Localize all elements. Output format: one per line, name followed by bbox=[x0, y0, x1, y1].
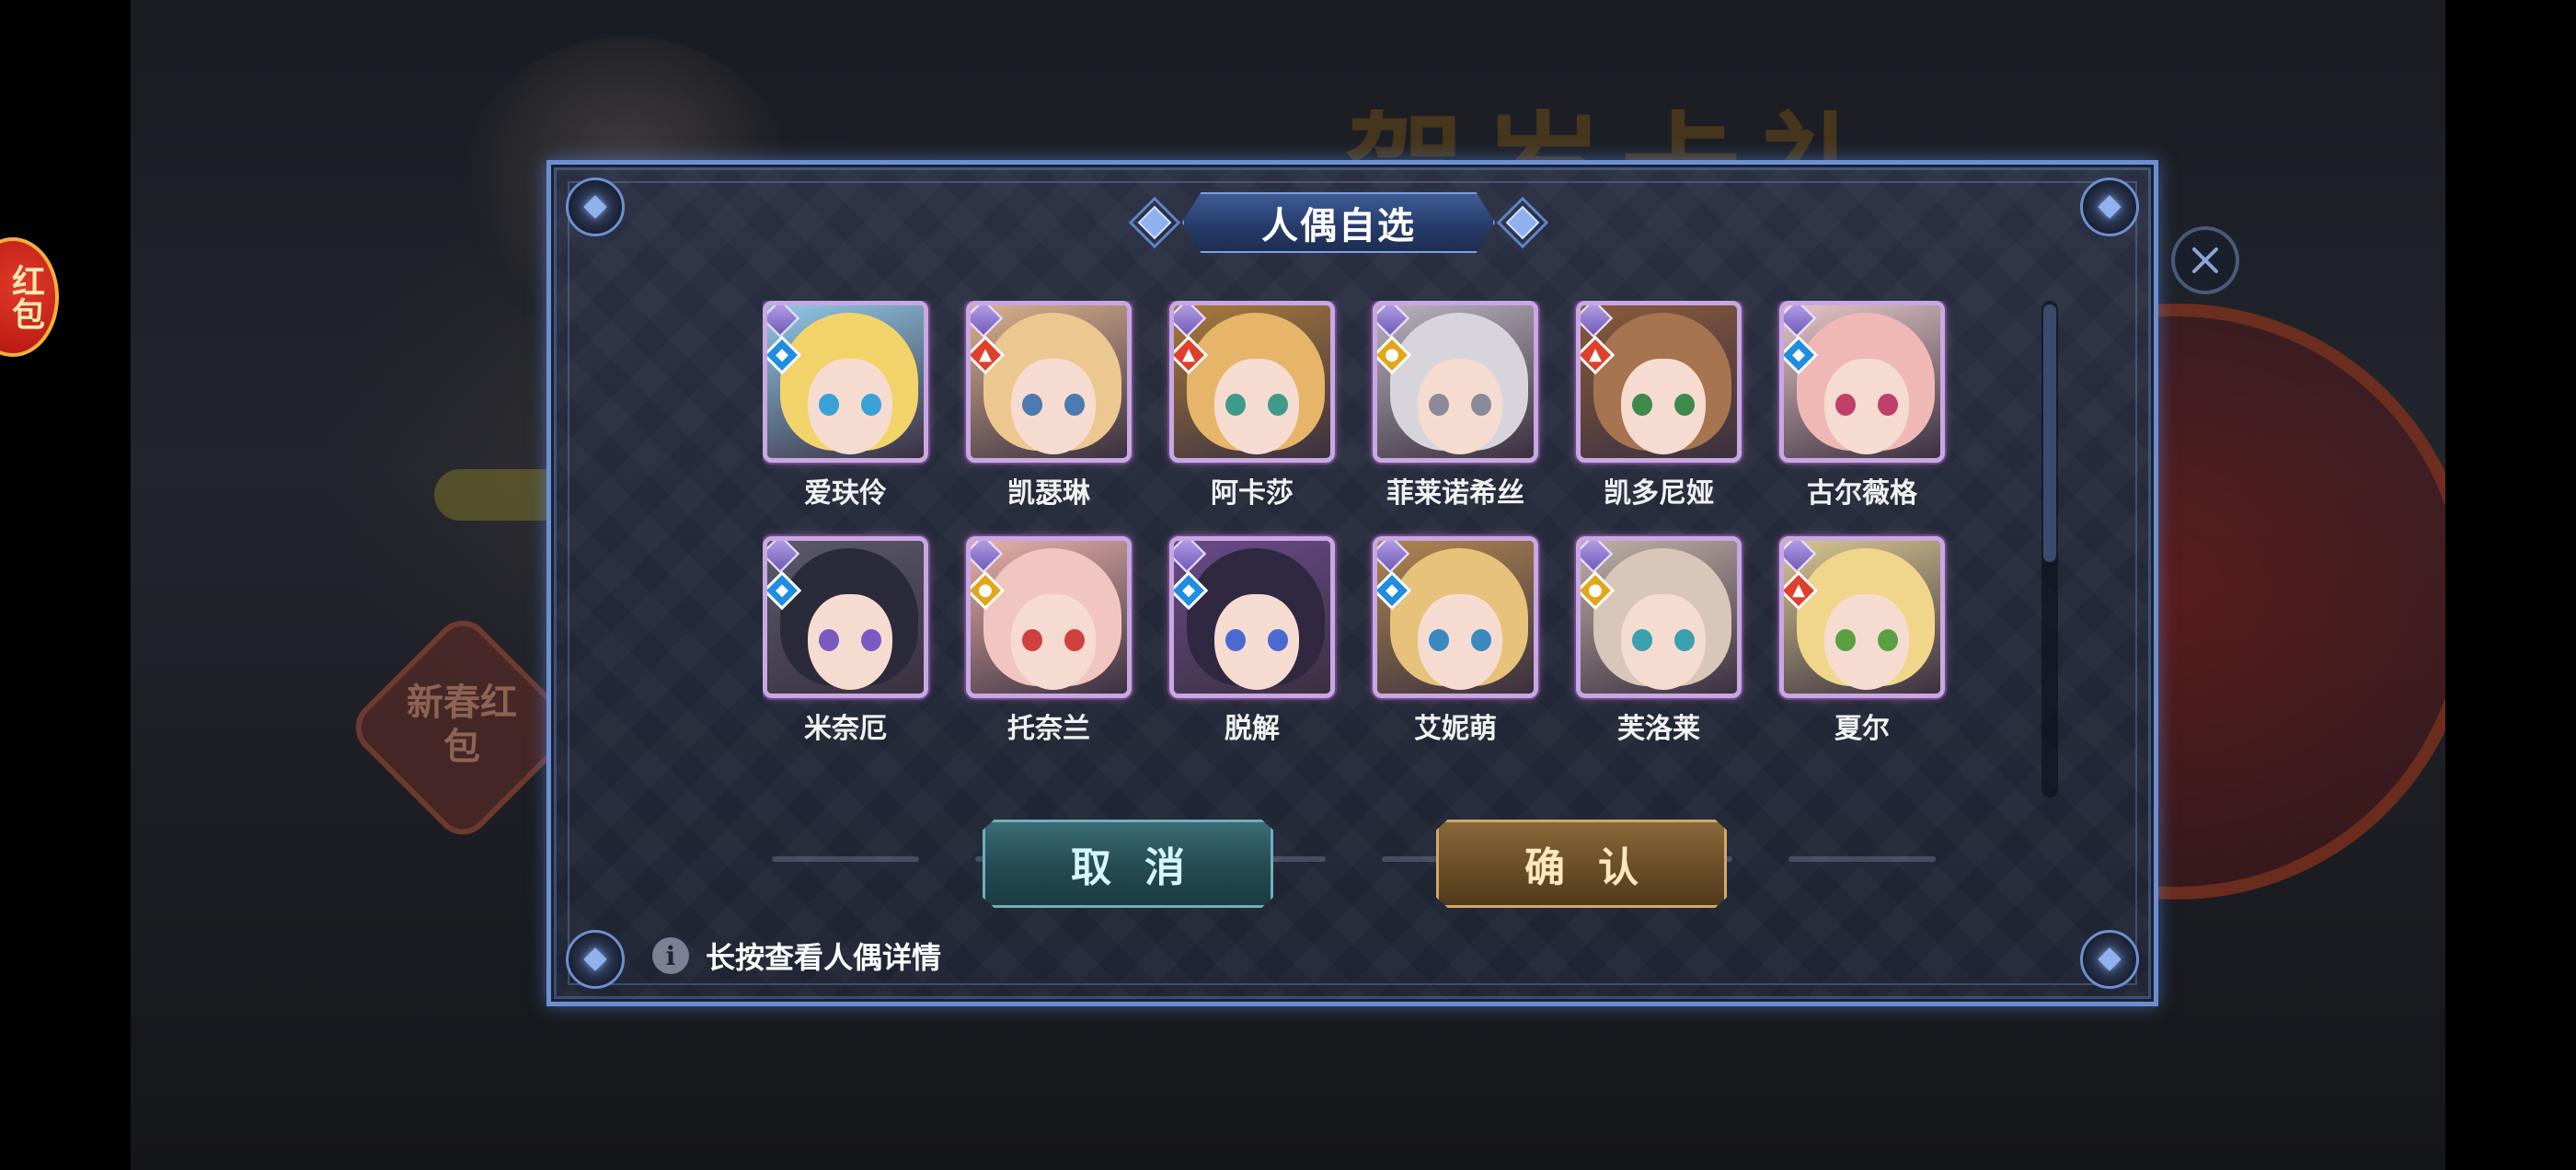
character-card[interactable]: ▲ 凯瑟琳 bbox=[966, 301, 1132, 531]
character-portrait[interactable]: ◆ bbox=[1169, 536, 1335, 698]
corner-ornament-icon bbox=[566, 930, 625, 989]
character-name: 菲莱诺希丝 bbox=[1386, 477, 1524, 510]
dialog-title-banner: 人偶自选 bbox=[1118, 192, 1559, 253]
character-name: 阿卡莎 bbox=[1211, 477, 1294, 510]
red-packet-label: 红包 bbox=[6, 264, 44, 330]
flame-icon: ▲ bbox=[1174, 335, 1209, 375]
character-card[interactable]: ● 托奈兰 bbox=[966, 536, 1132, 766]
character-portrait[interactable]: ◆ bbox=[1779, 301, 1945, 463]
character-card[interactable]: ◆ 艾妮萌 bbox=[1373, 536, 1538, 766]
character-name: 爱玞伶 bbox=[804, 477, 887, 510]
diamond-ornament-icon bbox=[1118, 196, 1191, 249]
flame-icon: ▲ bbox=[1784, 570, 1819, 611]
character-card[interactable]: ● 芙洛莱 bbox=[1576, 536, 1742, 766]
character-portrait[interactable]: ▲ bbox=[1779, 536, 1945, 698]
water-drop-icon: ◆ bbox=[767, 335, 802, 375]
sun-icon: ● bbox=[1581, 570, 1616, 611]
character-name: 芙洛莱 bbox=[1617, 713, 1700, 745]
close-icon bbox=[2192, 247, 2218, 273]
character-portrait[interactable]: ◆ bbox=[1373, 536, 1538, 698]
info-icon[interactable]: i bbox=[652, 937, 689, 974]
doll-select-dialog: 人偶自选 ◆ 爱玞伶 ▲ 凯瑟琳 ▲ 阿卡莎 ● 菲莱诺希丝 ▲ 凯多尼娅 ◆ 古尔薇格 ◆ 米奈厄 ● 托奈… bbox=[546, 160, 2158, 1006]
corner-ornament-icon bbox=[2080, 178, 2139, 236]
red-packet-button[interactable]: 红包 bbox=[0, 237, 59, 357]
water-drop-icon: ◆ bbox=[1377, 570, 1412, 611]
character-name: 脱解 bbox=[1225, 713, 1280, 745]
character-name: 托奈兰 bbox=[1007, 713, 1090, 745]
next-row-peek bbox=[1788, 856, 1936, 862]
background-badge-text: 新春红包 bbox=[407, 682, 517, 768]
confirm-button[interactable]: 确认 bbox=[1436, 820, 1727, 908]
character-name: 古尔薇格 bbox=[1807, 477, 1917, 510]
character-portrait[interactable]: ▲ bbox=[1576, 301, 1742, 463]
character-card[interactable]: ▲ 阿卡莎 bbox=[1169, 301, 1335, 531]
character-card[interactable]: ◆ 古尔薇格 bbox=[1779, 301, 1945, 531]
character-portrait[interactable]: ▲ bbox=[966, 301, 1132, 463]
corner-ornament-icon bbox=[566, 178, 625, 236]
dialog-title: 人偶自选 bbox=[1261, 205, 1416, 247]
diamond-ornament-icon bbox=[1486, 196, 1559, 249]
close-button[interactable] bbox=[2171, 226, 2239, 294]
scrollbar-thumb[interactable] bbox=[2043, 304, 2056, 562]
water-drop-icon: ◆ bbox=[1174, 570, 1209, 611]
corner-ornament-icon bbox=[2080, 930, 2139, 989]
character-portrait[interactable]: ● bbox=[1576, 536, 1742, 698]
water-drop-icon: ◆ bbox=[1784, 335, 1819, 375]
sun-icon: ● bbox=[1377, 335, 1412, 375]
character-card[interactable]: ● 菲莱诺希丝 bbox=[1373, 301, 1538, 531]
next-row-peek bbox=[772, 856, 919, 862]
character-portrait[interactable]: ▲ bbox=[1169, 301, 1335, 463]
hint-text: 长按查看人偶详情 bbox=[706, 940, 942, 975]
sun-icon: ● bbox=[971, 570, 1006, 611]
character-grid[interactable]: ◆ 爱玞伶 ▲ 凯瑟琳 ▲ 阿卡莎 ● 菲莱诺希丝 ▲ 凯多尼娅 ◆ 古尔薇格 ◆ 米奈厄 ● 托奈兰 ◆ 脱解 ◆… bbox=[763, 301, 1986, 935]
character-card[interactable]: ◆ 爱玞伶 bbox=[763, 301, 928, 531]
character-portrait[interactable]: ● bbox=[966, 536, 1132, 698]
character-portrait[interactable]: ◆ bbox=[763, 301, 928, 463]
character-card[interactable]: ◆ 米奈厄 bbox=[763, 536, 928, 766]
character-name: 米奈厄 bbox=[804, 713, 887, 745]
character-card[interactable]: ▲ 凯多尼娅 bbox=[1576, 301, 1742, 531]
flame-icon: ▲ bbox=[971, 335, 1006, 375]
water-drop-icon: ◆ bbox=[767, 570, 802, 611]
character-card[interactable]: ▲ 夏尔 bbox=[1779, 536, 1945, 766]
character-name: 艾妮萌 bbox=[1414, 713, 1497, 745]
flame-icon: ▲ bbox=[1581, 335, 1616, 375]
scrollbar[interactable] bbox=[2041, 301, 2058, 797]
character-card[interactable]: ◆ 脱解 bbox=[1169, 536, 1335, 766]
character-name: 凯瑟琳 bbox=[1007, 477, 1090, 510]
cancel-button[interactable]: 取消 bbox=[983, 820, 1273, 908]
character-name: 夏尔 bbox=[1834, 713, 1890, 745]
character-portrait[interactable]: ◆ bbox=[763, 536, 928, 698]
character-name: 凯多尼娅 bbox=[1604, 477, 1714, 510]
character-portrait[interactable]: ● bbox=[1373, 301, 1538, 463]
hint-row: i 长按查看人偶详情 bbox=[652, 935, 941, 976]
